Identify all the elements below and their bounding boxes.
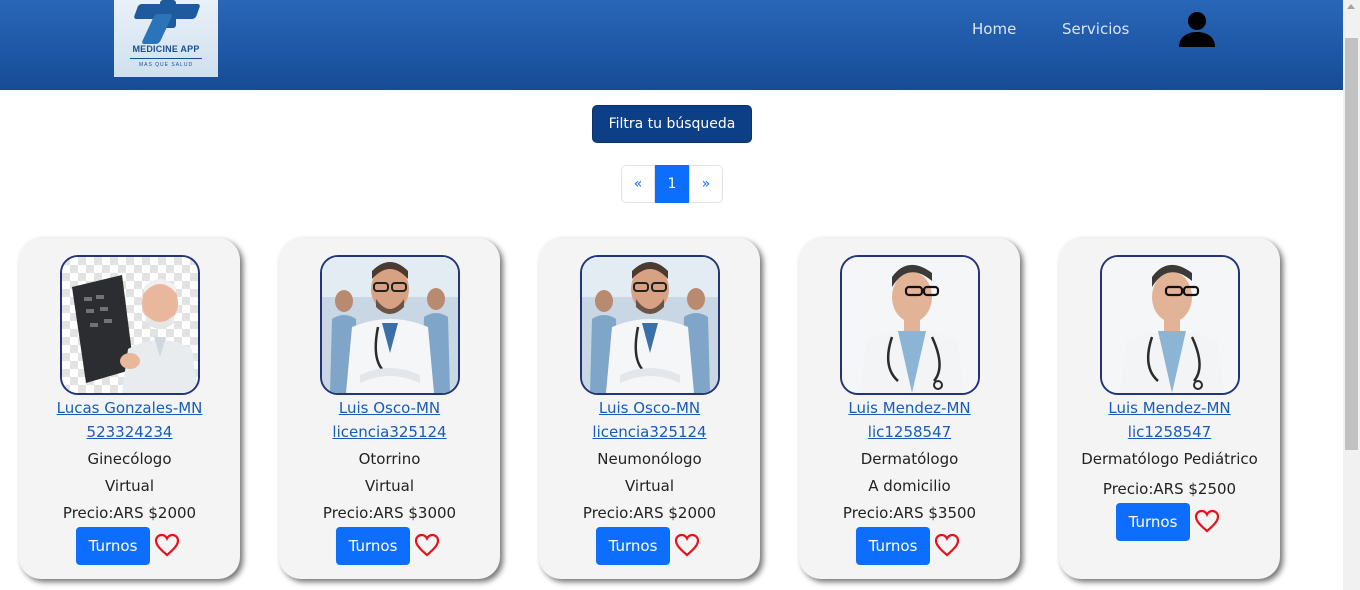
doctor-specialty: Neumonólogo [597, 450, 702, 468]
doctor-photo [320, 255, 460, 395]
doctor-card: Luis Mendez-MN lic1258547 Dermatólogo Pe… [1059, 238, 1280, 579]
doctor-modality: Virtual [104, 477, 154, 495]
nav-servicios-link[interactable]: Servicios [1062, 20, 1129, 38]
turnos-button[interactable]: Turnos [76, 527, 150, 565]
doctor-specialty: Ginecólogo [87, 450, 172, 468]
pagination-page-1[interactable]: 1 [655, 165, 689, 203]
doctor-name-link[interactable]: Lucas Gonzales-MN 523324234 [19, 396, 240, 444]
filter-button[interactable]: Filtra tu búsqueda [592, 105, 752, 143]
doctor-specialty: Otorrino [358, 450, 421, 468]
doctor-name[interactable]: Luis Osco-MN [539, 396, 760, 420]
doctor-license[interactable]: lic1258547 [1059, 420, 1280, 444]
turnos-button[interactable]: Turnos [336, 527, 410, 565]
doctor-modality: Virtual [624, 477, 674, 495]
turnos-button[interactable]: Turnos [1116, 503, 1190, 541]
pagination: « 1 » [621, 165, 723, 203]
doctor-photo [580, 255, 720, 395]
logo-tagline: MAS QUE SALUD [138, 62, 194, 68]
doctor-specialty: Dermatólogo Pediátrico [1081, 450, 1258, 468]
doctor-card: Lucas Gonzales-MN 523324234 Ginecólogo V… [19, 238, 240, 579]
doctor-name[interactable]: Luis Mendez-MN [799, 396, 1020, 420]
doctor-modality: Virtual [364, 477, 414, 495]
doctor-license[interactable]: lic1258547 [799, 420, 1020, 444]
heart-icon[interactable] [674, 533, 700, 557]
doctor-name-link[interactable]: Luis Mendez-MN lic1258547 [1059, 396, 1280, 444]
heart-icon[interactable] [934, 533, 960, 557]
logo-divider [130, 58, 202, 59]
scroll-up-arrow-icon[interactable] [1347, 4, 1355, 9]
doctor-license[interactable]: 523324234 [19, 420, 240, 444]
doctor-price: Precio:ARS $2000 [582, 504, 717, 522]
doctor-card: Luis Osco-MN licencia325124 Neumonólogo … [539, 238, 760, 579]
doctor-name-link[interactable]: Luis Osco-MN licencia325124 [279, 396, 500, 444]
doctor-card: Luis Mendez-MN lic1258547 Dermatólogo A … [799, 238, 1020, 579]
doctor-name[interactable]: Luis Mendez-MN [1059, 396, 1280, 420]
doctor-specialty: Dermatólogo [860, 450, 959, 468]
doctor-license[interactable]: licencia325124 [539, 420, 760, 444]
doctor-photo [840, 255, 980, 395]
doctor-name[interactable]: Lucas Gonzales-MN [19, 396, 240, 420]
doctor-name[interactable]: Luis Osco-MN [279, 396, 500, 420]
turnos-button[interactable]: Turnos [596, 527, 670, 565]
heart-icon[interactable] [154, 533, 180, 557]
logo-brand-text: MEDICINE APP [132, 44, 200, 54]
doctor-name-link[interactable]: Luis Osco-MN licencia325124 [539, 396, 760, 444]
doctor-price: Precio:ARS $3000 [322, 504, 457, 522]
doctor-card: Luis Osco-MN licencia325124 Otorrino Vir… [279, 238, 500, 579]
doctor-price: Precio:ARS $2500 [1102, 480, 1237, 498]
navbar: MEDICINE APP MAS QUE SALUD Home Servicio… [0, 0, 1343, 90]
scrollbar[interactable] [1343, 0, 1360, 590]
doctor-modality: A domicilio [868, 477, 951, 495]
logo[interactable]: MEDICINE APP MAS QUE SALUD [114, 0, 218, 77]
pagination-next[interactable]: » [689, 165, 723, 203]
doctor-name-link[interactable]: Luis Mendez-MN lic1258547 [799, 396, 1020, 444]
nav-home-link[interactable]: Home [972, 20, 1016, 38]
doctor-price: Precio:ARS $3500 [842, 504, 977, 522]
doctor-license[interactable]: licencia325124 [279, 420, 500, 444]
scrollbar-thumb[interactable] [1345, 38, 1358, 450]
doctor-photo [60, 255, 200, 395]
pagination-prev[interactable]: « [621, 165, 655, 203]
doctor-photo [1100, 255, 1240, 395]
heart-icon[interactable] [414, 533, 440, 557]
user-icon[interactable] [1178, 11, 1216, 47]
turnos-button[interactable]: Turnos [856, 527, 930, 565]
heart-icon[interactable] [1194, 509, 1220, 533]
doctor-price: Precio:ARS $2000 [62, 504, 197, 522]
